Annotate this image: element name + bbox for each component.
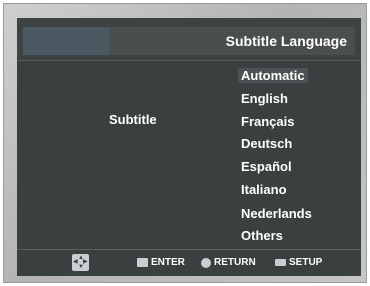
option-english[interactable]: English: [241, 91, 288, 106]
tv-frame: Subtitle Language Subtitle Automatic Eng…: [3, 3, 367, 283]
header-title-panel: Subtitle Language: [109, 27, 355, 55]
option-others[interactable]: Others: [241, 228, 283, 243]
header-left-panel: [23, 27, 109, 55]
option-nederlands[interactable]: Nederlands: [241, 206, 312, 221]
return-label: RETURN: [214, 257, 256, 268]
return-icon: [201, 258, 211, 268]
header-divider: [17, 60, 361, 61]
setup-label: SETUP: [289, 257, 323, 268]
setting-label: Subtitle: [109, 112, 157, 127]
setup-icon: [275, 259, 286, 266]
menu-header: Subtitle Language: [17, 18, 361, 60]
option-deutsch[interactable]: Deutsch: [241, 136, 292, 151]
enter-icon: [137, 258, 148, 267]
osd-screen: Subtitle Language Subtitle Automatic Eng…: [17, 18, 361, 276]
page-title: Subtitle Language: [225, 33, 347, 49]
footer-bar: ▲ ▼ ◀ ▶ ENTER RETURN SETUP: [17, 250, 361, 276]
option-francais[interactable]: Français: [241, 114, 294, 129]
option-automatic[interactable]: Automatic: [238, 68, 308, 83]
enter-label: ENTER: [151, 257, 185, 268]
option-italiano[interactable]: Italiano: [241, 182, 287, 197]
four-way-arrows-icon: ▲ ▼ ◀ ▶: [72, 254, 89, 271]
option-espanol[interactable]: Español: [241, 159, 292, 174]
